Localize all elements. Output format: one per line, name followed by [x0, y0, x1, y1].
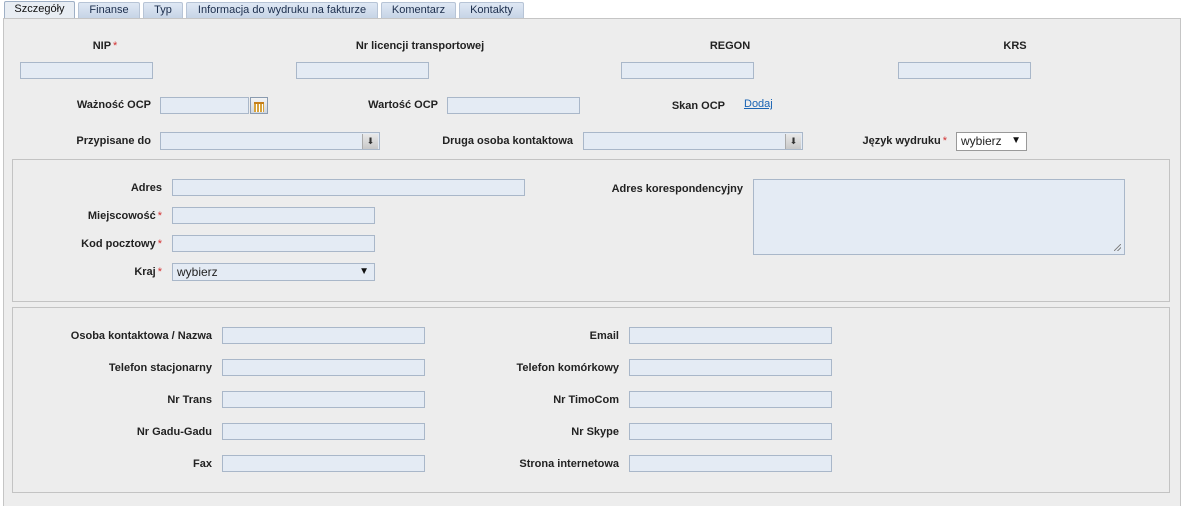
waznosc-ocp-input[interactable] — [160, 97, 249, 114]
krs-input[interactable] — [898, 62, 1031, 79]
nr-trans-label: Nr Trans — [167, 394, 212, 406]
kraj-select[interactable]: wybierz ▼ — [172, 263, 375, 281]
adres-korespondencyjny-textarea[interactable] — [753, 179, 1125, 255]
wartosc-ocp-label: Wartość OCP — [368, 99, 438, 111]
przypisane-label: Przypisane do — [76, 135, 151, 147]
chevron-down-icon: ▼ — [1011, 135, 1021, 146]
przypisane-select[interactable]: ⬇ — [160, 132, 380, 150]
nip-input[interactable] — [20, 62, 153, 79]
telefon-stacjonarny-label: Telefon stacjonarny — [108, 362, 212, 374]
nr-gadu-label: Nr Gadu-Gadu — [136, 426, 212, 438]
adres-label: Adres — [130, 182, 162, 194]
chevron-down-icon: ▼ — [359, 266, 369, 277]
nr-skype-label: Nr Skype — [571, 426, 619, 438]
tab-szczegoly[interactable]: Szczegóły — [4, 1, 75, 19]
fax-label: Fax — [193, 458, 212, 470]
adres-input[interactable] — [172, 179, 525, 196]
regon-label: REGON — [709, 40, 751, 52]
strona-internetowa-input[interactable] — [629, 455, 832, 472]
nr-gadu-input[interactable] — [222, 423, 425, 440]
telefon-stacjonarny-input[interactable] — [222, 359, 425, 376]
email-label: Email — [589, 330, 619, 342]
druga-osoba-select[interactable]: ⬇ — [583, 132, 803, 150]
kod-pocztowy-label: Kod pocztowy * — [81, 238, 162, 250]
licencja-input[interactable] — [296, 62, 429, 79]
jezyk-select[interactable]: wybierz ▼ — [956, 132, 1027, 151]
tab-typ[interactable]: Typ — [143, 2, 183, 18]
krs-label: KRS — [1003, 40, 1027, 52]
skan-dodaj-link[interactable]: Dodaj — [744, 98, 773, 110]
resize-grip-icon[interactable] — [1114, 244, 1121, 251]
nr-skype-input[interactable] — [629, 423, 832, 440]
arrow-down-icon[interactable]: ⬇ — [785, 134, 801, 149]
druga-osoba-label: Druga osoba kontaktowa — [442, 135, 573, 147]
miejscowosc-input[interactable] — [172, 207, 375, 224]
fax-input[interactable] — [222, 455, 425, 472]
arrow-down-icon[interactable]: ⬇ — [362, 134, 378, 149]
tab-bar: Szczegóły Finanse Typ Informacja do wydr… — [0, 0, 1185, 19]
skan-ocp-label: Skan OCP — [671, 100, 725, 112]
calendar-icon[interactable] — [250, 97, 268, 114]
miejscowosc-label: Miejscowość * — [87, 210, 162, 222]
regon-input[interactable] — [621, 62, 754, 79]
licencja-label: Nr licencji transportowej — [355, 40, 485, 52]
osoba-kontaktowa-input[interactable] — [222, 327, 425, 344]
tab-kontakty[interactable]: Kontakty — [459, 2, 524, 18]
nr-timocom-label: Nr TimoCom — [553, 394, 619, 406]
jezyk-label: Język wydruku * — [862, 135, 947, 147]
osoba-kontaktowa-label: Osoba kontaktowa / Nazwa — [70, 330, 212, 342]
telefon-komorkowy-label: Telefon komórkowy — [516, 362, 619, 374]
tab-komentarz[interactable]: Komentarz — [381, 2, 456, 18]
email-input[interactable] — [629, 327, 832, 344]
jezyk-select-value: wybierz — [961, 134, 1002, 148]
nip-label: NIP * — [92, 40, 118, 52]
adres-korespondencyjny-label: Adres korespondencyjny — [611, 183, 743, 195]
nr-trans-input[interactable] — [222, 391, 425, 408]
wartosc-ocp-input[interactable] — [447, 97, 580, 114]
kraj-label: Kraj * — [134, 266, 162, 278]
kraj-select-value: wybierz — [177, 265, 218, 279]
tab-finanse[interactable]: Finanse — [78, 2, 140, 18]
kod-pocztowy-input[interactable] — [172, 235, 375, 252]
nr-timocom-input[interactable] — [629, 391, 832, 408]
tab-informacja-wydruku[interactable]: Informacja do wydruku na fakturze — [186, 2, 378, 18]
strona-internetowa-label: Strona internetowa — [519, 458, 619, 470]
telefon-komorkowy-input[interactable] — [629, 359, 832, 376]
waznosc-ocp-label: Ważność OCP — [76, 99, 151, 111]
